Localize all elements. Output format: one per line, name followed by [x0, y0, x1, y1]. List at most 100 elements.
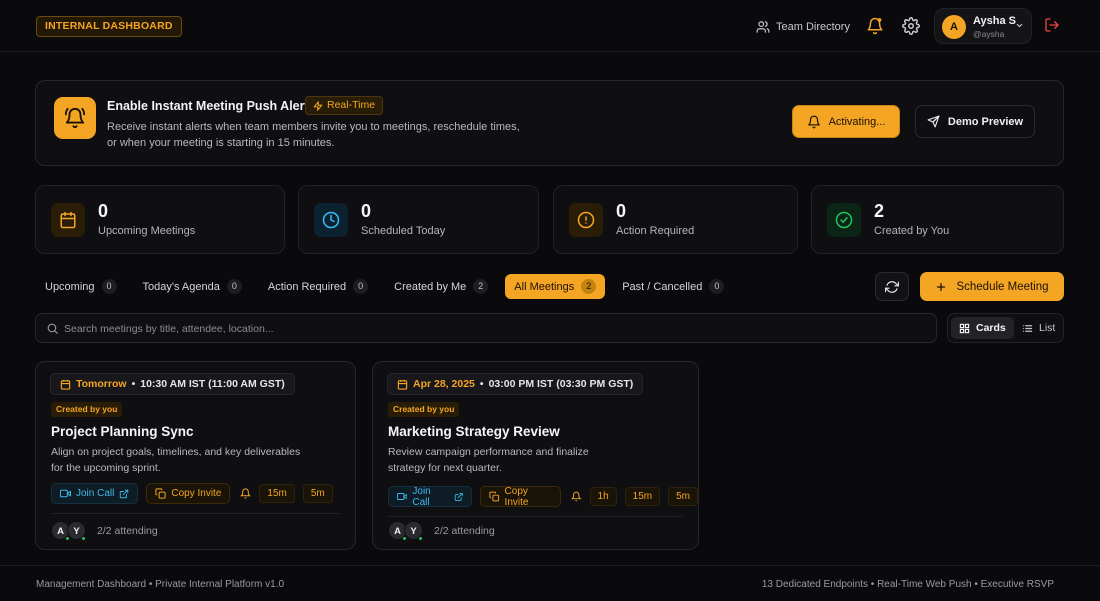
- meeting-time: 03:00 PM IST (03:30 PM GST): [488, 378, 634, 390]
- external-link-icon: [454, 492, 463, 501]
- attendee-initial: Y: [73, 526, 80, 537]
- reminder-bell-icon: [571, 491, 582, 502]
- join-label: Join Call: [76, 488, 115, 499]
- bullet-separator: •: [131, 378, 136, 390]
- send-icon: [927, 115, 940, 128]
- attendee-initial: Y: [410, 526, 417, 537]
- gear-icon: [902, 17, 920, 35]
- activate-alerts-button[interactable]: Activating...: [792, 105, 900, 138]
- reminder-pill[interactable]: 5m: [302, 484, 333, 503]
- team-directory-link[interactable]: Team Directory: [756, 18, 850, 36]
- schedule-meeting-button[interactable]: Schedule Meeting: [920, 272, 1064, 301]
- card-divider: [388, 516, 683, 517]
- meeting-description: Review campaign performance and finalize…: [388, 446, 589, 474]
- reminder-pill[interactable]: 15m: [624, 487, 661, 506]
- stat-card-upcoming[interactable]: 0 Upcoming Meetings: [35, 185, 285, 254]
- tab-count: 2: [473, 279, 489, 294]
- attendee-avatar: Y: [67, 521, 86, 541]
- join-call-button[interactable]: Join Call: [388, 485, 473, 508]
- card-divider: [51, 513, 340, 514]
- grid-icon: [959, 323, 970, 333]
- stat-label: Upcoming Meetings: [98, 225, 196, 237]
- tab-action-required[interactable]: Action Required 0: [259, 274, 377, 299]
- meeting-actions: Join Call Copy Invite 15m 5m: [51, 483, 333, 504]
- footer-left-text: Management Dashboard • Private Internal …: [36, 579, 285, 590]
- refresh-button[interactable]: [875, 272, 909, 301]
- user-menu[interactable]: A Aysha S @aysha: [934, 8, 1032, 44]
- plus-icon: [937, 282, 946, 291]
- join-label: Join Call: [412, 485, 431, 508]
- realtime-label: Real-Time: [327, 99, 376, 111]
- reminder-pill[interactable]: 5m: [668, 487, 699, 506]
- check-circle-icon: [835, 211, 853, 229]
- bullet-separator: •: [479, 378, 484, 390]
- reminder-pill[interactable]: 1h: [589, 487, 617, 506]
- tab-count: 0: [226, 279, 242, 294]
- tab-todays-agenda[interactable]: Today's Agenda 0: [134, 274, 251, 299]
- external-link-icon: [120, 489, 129, 498]
- copy-invite-button[interactable]: Copy Invite: [146, 483, 231, 504]
- tab-past-cancelled[interactable]: Past / Cancelled 0: [613, 274, 733, 299]
- copy-label: Copy Invite: [504, 485, 529, 508]
- join-call-button[interactable]: Join Call: [51, 483, 139, 504]
- attendees-row: A Y 2/2 attending: [51, 521, 158, 541]
- cards-view-button[interactable]: Cards: [951, 317, 1014, 339]
- notifications-button[interactable]: [866, 17, 884, 35]
- clock-icon: [322, 211, 340, 229]
- copy-label: Copy Invite: [171, 488, 222, 499]
- meeting-date-pill: Apr 28, 2025 • 03:00 PM IST (03:30 PM GS…: [387, 373, 644, 395]
- stat-label: Action Required: [616, 225, 695, 237]
- stat-value: 2: [874, 201, 885, 221]
- tab-count: 0: [353, 279, 369, 294]
- demo-label: Demo Preview: [947, 115, 1024, 128]
- push-alert-banner: Enable Instant Meeting Push Alerts Real-…: [35, 80, 1064, 166]
- copy-icon: [489, 491, 500, 502]
- stat-value: 0: [361, 201, 372, 221]
- tab-created-by-me[interactable]: Created by Me 2: [385, 274, 497, 299]
- user-name: Aysha S: [973, 15, 1017, 27]
- meeting-actions: Join Call Copy Invite 1h 15m 5m: [388, 485, 699, 508]
- attendee-initial: A: [394, 526, 401, 537]
- alert-circle-icon: [577, 211, 595, 229]
- banner-title: Enable Instant Meeting Push Alerts: [107, 99, 316, 113]
- calendar-icon: [60, 211, 76, 229]
- list-view-button[interactable]: List: [1014, 317, 1063, 339]
- reminder-pill[interactable]: 15m: [259, 484, 295, 503]
- stat-card-created[interactable]: 2 Created by You: [811, 185, 1064, 254]
- meeting-filter-tabs: Upcoming 0 Today's Agenda 0 Action Require…: [36, 274, 741, 299]
- tab-label: Upcoming: [45, 280, 95, 293]
- banner-description: Receive instant alerts when team members…: [107, 121, 520, 149]
- demo-preview-button[interactable]: Demo Preview: [915, 105, 1035, 138]
- tab-label: Action Required: [267, 280, 347, 293]
- copy-invite-button[interactable]: Copy Invite: [480, 485, 562, 508]
- video-icon: [397, 492, 408, 501]
- meeting-title: Project Planning Sync: [51, 424, 194, 439]
- online-status-dot: [418, 536, 423, 541]
- chevron-down-icon: [1016, 23, 1023, 28]
- calendar-icon: [60, 379, 71, 390]
- meeting-card[interactable]: Apr 28, 2025 • 03:00 PM IST (03:30 PM GS…: [372, 361, 699, 550]
- stat-value: 0: [616, 201, 627, 221]
- view-toggle: Cards List: [947, 313, 1064, 343]
- search-bar: [35, 313, 937, 343]
- stat-icon-wrap: [569, 203, 603, 237]
- page-footer: Management Dashboard • Private Internal …: [0, 565, 1100, 601]
- logout-icon: [1045, 18, 1059, 32]
- bell-ring-icon: [64, 107, 86, 129]
- stat-icon-wrap: [314, 203, 348, 237]
- tab-all-meetings[interactable]: All Meetings 2: [505, 274, 606, 299]
- tab-label: Today's Agenda: [142, 280, 220, 293]
- settings-button[interactable]: [902, 17, 920, 35]
- tab-upcoming[interactable]: Upcoming 0: [36, 274, 126, 299]
- attendees-row: A Y 2/2 attending: [388, 521, 495, 541]
- copy-icon: [155, 488, 166, 499]
- search-input[interactable]: [64, 319, 924, 338]
- stat-card-today[interactable]: 0 Scheduled Today: [298, 185, 539, 254]
- reminder-bell-icon: [240, 488, 252, 499]
- stat-card-action[interactable]: 0 Action Required: [553, 185, 798, 254]
- logout-button[interactable]: [1044, 17, 1062, 35]
- search-icon: [47, 323, 58, 334]
- video-icon: [60, 489, 71, 498]
- meeting-time: 10:30 AM IST (11:00 AM GST): [140, 378, 285, 390]
- meeting-card[interactable]: Tomorrow • 10:30 AM IST (11:00 AM GST) C…: [35, 361, 356, 550]
